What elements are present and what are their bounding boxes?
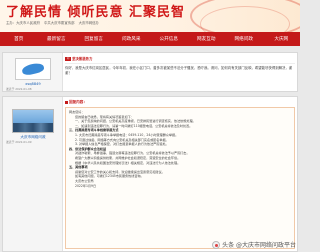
question-title: 坚决黑恶势力 [72, 57, 93, 61]
reply-heading: 回复内容： [65, 100, 87, 105]
question-divider [65, 63, 295, 64]
watermark: 头条 @大庆市网络问政平台 [212, 240, 296, 249]
question-content: 问 坚决黑恶势力 你好，我是大庆市红岗区居民，今年年初，我在小区门口，曾多次被某… [65, 53, 295, 91]
watermark-text: 头条 @大庆市网络问政平台 [222, 242, 296, 249]
reply-body: 网友您好： 您的留言已收悉，现将有关情况答复如下： 一、关于您反映的问题，公安机关高… [65, 107, 295, 249]
banner-sub-2: 中共大庆市委宣传部 [43, 21, 75, 25]
department-avatar[interactable] [12, 109, 54, 133]
reply-content: 回复内容： 网友您好： 您的留言已收悉，现将有关情况答复如下： 一、关于您反映的问题… [65, 97, 295, 251]
banner-subtitle: 主办：大庆市人民政府 中共大庆市委宣传部 大庆市网信办 [6, 20, 102, 25]
banner-sub-1: 主办：大庆市人民政府 [6, 21, 40, 25]
question-tag-icon: 问 [65, 56, 71, 61]
reply-post: 大庆市网络问政 发表于 2022-01-09 回复内容： 网友您好： 您的留言已收… [2, 96, 298, 252]
nav-item-showcase[interactable]: 问政风采 [113, 36, 151, 42]
nav-item-daqing[interactable]: 大庆网 [263, 36, 301, 42]
reply-heading-text: 回复内容： [69, 100, 87, 104]
nav-item-public[interactable]: 公开信息 [150, 36, 188, 42]
question-time: 发表于 2022-01-08 [6, 87, 32, 91]
banner-slogan: 了解民情 倾听民意 汇聚民智 [6, 5, 186, 20]
reply-line: 2022年1月9日 [75, 183, 97, 188]
question-user-panel: xsq8849 发表于 2022-01-08 [3, 53, 63, 91]
nav-item-interact[interactable]: 网友互动 [188, 36, 226, 42]
reply-user-panel: 大庆市网络问政 发表于 2022-01-09 [3, 97, 63, 251]
banner-sub-3: 大庆市网信办 [78, 21, 99, 25]
toutiao-logo-icon [212, 240, 221, 249]
city-skyline-icon [13, 123, 53, 132]
bird-icon [21, 61, 45, 77]
question-text: 你好，我是大庆市红岗区居民，今年年初，我在小区门口，曾多次被某些不法分子骚扰，恐… [65, 66, 293, 75]
question-title-row: 问 坚决黑恶势力 [65, 56, 92, 61]
nav-item-replies[interactable]: 回复留言 [75, 36, 113, 42]
header-banner: 了解民情 倾听民意 汇聚民智 主办：大庆市人民政府 中共大庆市委宣传部 大庆市网… [0, 0, 300, 32]
nav-item-home[interactable]: 首页 [0, 36, 38, 42]
nav-item-inquiry[interactable]: 网络问政 [225, 36, 263, 42]
question-username[interactable]: xsq8849 [3, 82, 63, 86]
reply-time: 发表于 2022-01-09 [6, 140, 32, 144]
question-post: xsq8849 发表于 2022-01-08 问 坚决黑恶势力 你好，我是大庆市… [2, 52, 298, 92]
nav-item-latest[interactable]: 最新留言 [38, 36, 76, 42]
user-avatar[interactable] [15, 58, 51, 80]
square-bullet-icon [65, 100, 68, 104]
main-nav: 首页 最新留言 回复留言 问政风采 公开信息 网友互动 网络问政 大庆网 [0, 32, 300, 46]
